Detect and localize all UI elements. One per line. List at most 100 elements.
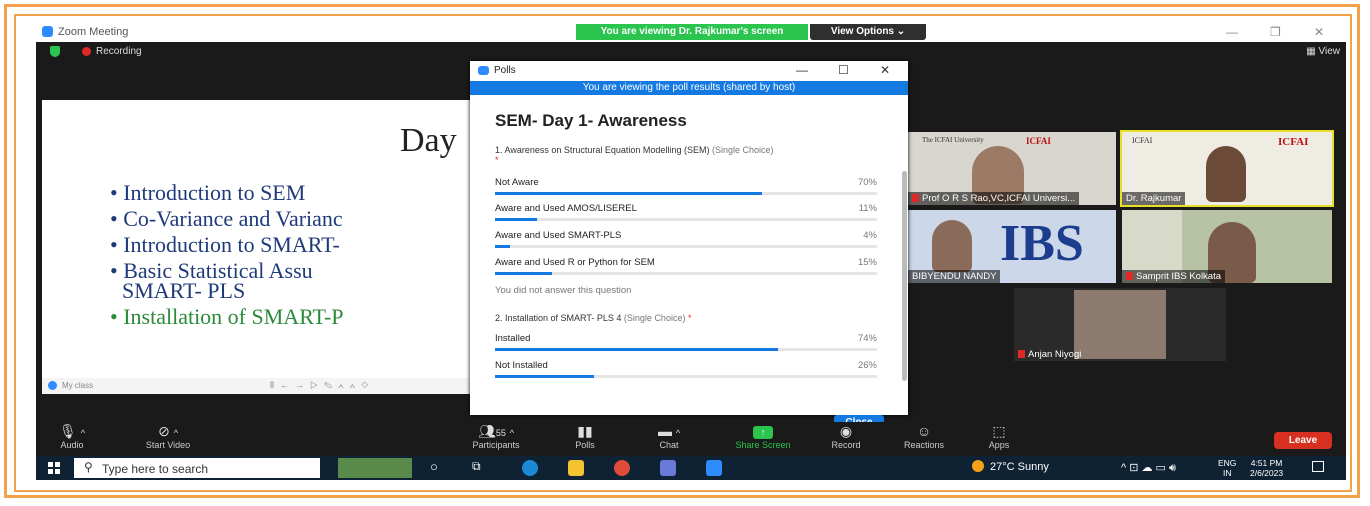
cortana-icon[interactable]: ○ [430, 459, 438, 474]
slide-bullet: • Introduction to SEM [110, 180, 306, 205]
mic-muted-icon [1018, 350, 1025, 358]
taskbar-clock[interactable]: 4:51 PM 2/6/2023 [1250, 458, 1283, 478]
mic-muted-icon: 🎙︎ ^ [59, 423, 85, 439]
sun-icon [972, 460, 984, 472]
meeting-controls: 🎙︎ ^ Audio ⊘ ^ Start Video 👥︎55 ^ Participa… [36, 422, 1346, 454]
input-language[interactable]: ENG IN [1218, 458, 1236, 478]
polls-window: Polls — ☐ ✕ You are viewing the poll res… [470, 61, 908, 431]
start-video-button[interactable]: ⊘ ^ Start Video [128, 422, 208, 450]
windows-taskbar: ⚲ Type here to search ○ ⧉ 27°C Sunny ^ ⊡… [36, 456, 1346, 480]
zoom-titlebar: Zoom Meeting You are viewing Dr. Rajkuma… [36, 24, 1346, 42]
participant-name: Prof O R S Rao,VC,ICFAI Universi... [908, 192, 1080, 205]
recording-label: Recording [96, 46, 142, 57]
app-title: Zoom Meeting [42, 26, 128, 38]
mic-muted-icon [912, 194, 919, 202]
meeting-info-bar: Recording ▦ View [36, 42, 1346, 62]
photos-icon[interactable] [660, 460, 676, 476]
participant-name: Anjan Niyogi [1014, 348, 1085, 361]
participant-name: BIBYENDU NANDY [908, 270, 1001, 283]
taskbar-search[interactable]: ⚲ Type here to search [74, 458, 320, 478]
participant-name: Samprit IBS Kolkata [1122, 270, 1226, 283]
record-icon: ◉ [839, 423, 853, 439]
ibs-logo: IBS [1000, 215, 1084, 272]
viewing-banner: You are viewing Dr. Rajkumar's screen [576, 24, 808, 40]
polls-button[interactable]: ▮▮ Polls [550, 422, 620, 450]
icfai-logo: ICFAI [1026, 136, 1051, 146]
slide-bullet: • Introduction to SMART- [110, 232, 340, 257]
mic-muted-icon [1126, 272, 1133, 280]
zoom-logo-icon [478, 66, 489, 75]
close-icon[interactable]: ✕ [1314, 25, 1324, 39]
notification-icon[interactable] [1312, 461, 1324, 472]
slide-toolbar: My class ⦀←→▷✎∧∧◇ [42, 378, 482, 394]
participant-tile: The ICFAI University ICFAI Prof O R S Ra… [908, 132, 1116, 205]
annotation-tools-icon[interactable]: ⦀←→▷✎∧∧◇ [270, 380, 374, 391]
security-shield-icon[interactable] [50, 46, 60, 57]
result-bar [495, 272, 553, 275]
record-button[interactable]: ◉ Record [808, 422, 884, 450]
poll-body: SEM- Day 1- Awareness 1. Awareness on St… [470, 95, 908, 379]
poll-scrollbar[interactable] [902, 171, 907, 381]
zoom-taskbar-icon[interactable] [706, 460, 722, 476]
participant-name: Dr. Rajkumar [1122, 192, 1186, 205]
poll-question: 2. Installation of SMART- PLS 4 (Single … [495, 313, 692, 323]
participants-icon: 👥︎ [478, 423, 496, 439]
result-bar [495, 218, 538, 221]
system-tray-icons[interactable]: ^ ⊡ ☁ ▭ 🔊︎ [1121, 461, 1176, 475]
task-view-icon[interactable]: ⧉ [472, 459, 481, 474]
reactions-button[interactable]: ☺ Reactions [884, 422, 964, 450]
myclass-icon [48, 381, 57, 390]
search-highlight-image [338, 458, 412, 478]
shared-slide: Day • Introduction to SEM • Co-Variance … [42, 100, 482, 378]
chat-icon: ▬ ^ [657, 423, 681, 439]
slide-toolbar-label: My class [62, 381, 94, 390]
avatar [1206, 146, 1246, 202]
weather-widget[interactable]: 27°C Sunny [972, 460, 1049, 473]
windows-start-icon[interactable] [48, 462, 60, 474]
poll-results-banner: You are viewing the poll results (shared… [470, 81, 908, 95]
minimize-icon[interactable]: — [1226, 25, 1238, 39]
banner-logo: The ICFAI University [922, 136, 984, 144]
avatar [932, 220, 972, 272]
reactions-icon: ☺ [916, 423, 932, 439]
participant-tile: Samprit IBS Kolkata [1122, 210, 1332, 283]
participant-tile: Anjan Niyogi [1014, 288, 1226, 361]
chat-button[interactable]: ▬ ^ Chat [634, 422, 704, 450]
apps-button[interactable]: ⬚ Apps [964, 422, 1034, 450]
participant-video [1074, 290, 1166, 359]
slide-title: Day [400, 122, 457, 159]
participant-tile: IBS BIBYENDU NANDY [908, 210, 1116, 283]
grid-icon: ▦ [1306, 46, 1319, 57]
video-off-icon: ⊘ ^ [158, 423, 178, 439]
audio-button[interactable]: 🎙︎ ^ Audio [42, 422, 102, 450]
chrome-icon[interactable] [614, 460, 630, 476]
slide-bullet: • Installation of SMART-P [110, 304, 344, 329]
edge-icon[interactable] [522, 460, 538, 476]
result-bar [495, 348, 778, 351]
close-icon[interactable]: ✕ [880, 63, 890, 77]
screen: Zoom Meeting You are viewing Dr. Rajkuma… [36, 24, 1346, 480]
recording-icon [82, 47, 91, 56]
leave-button[interactable]: Leave [1274, 432, 1332, 449]
share-screen-icon: ↑ [753, 425, 773, 439]
polls-titlebar: Polls — ☐ ✕ [470, 61, 908, 81]
apps-icon: ⬚ [992, 423, 1006, 439]
share-screen-button[interactable]: ↑ Share Screen [718, 422, 808, 450]
icfai-logo: ICFAI [1278, 136, 1309, 148]
result-bar [495, 192, 763, 195]
result-bar [495, 375, 595, 378]
view-button[interactable]: ▦ View [1306, 46, 1340, 57]
polls-icon: ▮▮ [577, 423, 593, 439]
poll-title: SEM- Day 1- Awareness [495, 111, 687, 130]
maximize-icon[interactable]: ☐ [838, 63, 849, 77]
unanswered-note: You did not answer this question [495, 285, 632, 296]
minimize-icon[interactable]: — [796, 63, 808, 77]
polls-title: Polls [494, 65, 516, 76]
slide-bullet: SMART- PLS [122, 278, 246, 303]
participants-button[interactable]: 👥︎55 ^ Participants [456, 422, 536, 450]
file-explorer-icon[interactable] [568, 460, 584, 476]
slide-bullet: • Co-Variance and Varianc [110, 206, 343, 231]
maximize-icon[interactable]: ❐ [1270, 25, 1281, 39]
view-options-button[interactable]: View Options ⌄ [810, 24, 926, 40]
poll-question: 1. Awareness on Structural Equation Mode… [495, 145, 774, 165]
